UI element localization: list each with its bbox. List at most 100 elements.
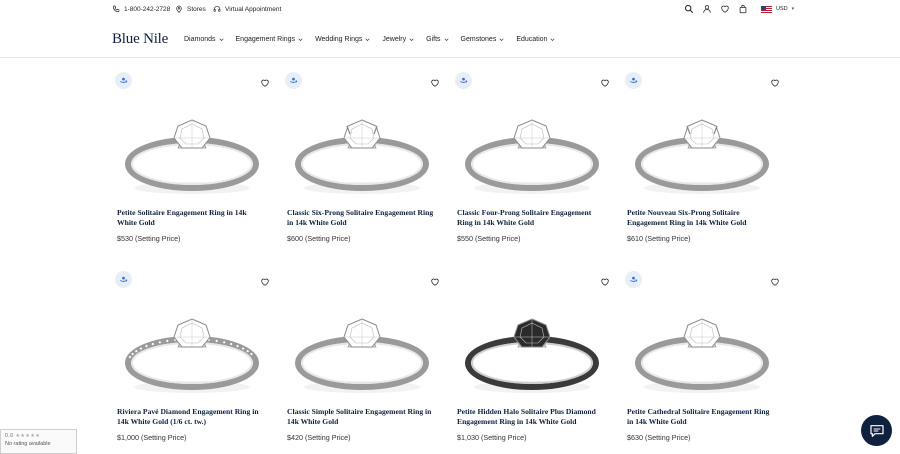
chevron-down-icon [499,38,504,41]
product-price: $600 (Setting Price) [287,234,351,243]
product-price: $1,030 (Setting Price) [457,433,527,442]
nav-item-education[interactable]: Education [516,36,555,43]
product-title[interactable]: Petite Solitaire Engagement Ring in 14k … [117,208,267,228]
shopping-bag-icon [739,4,747,14]
phone-number: 1-800-242-2728 [124,5,171,13]
chat-icon [869,424,884,437]
chevron-down-icon [365,38,370,41]
product-price: $530 (Setting Price) [117,234,181,243]
360-view-icon [119,276,128,282]
heart-icon [261,278,269,286]
search-button[interactable] [684,4,694,14]
chevron-down-icon [409,38,414,41]
product-title[interactable]: Classic Simple Solitaire Engagement Ring… [287,407,437,427]
user-icon [703,5,711,13]
wishlist-heart-button[interactable] [260,274,270,286]
nav-item-jewelry[interactable]: Jewelry [382,36,414,43]
currency-selector[interactable]: USD ▾ [758,5,795,13]
ring-image[interactable] [292,112,432,198]
wishlist-heart-button[interactable] [770,75,780,87]
currency-label: USD [776,6,788,12]
nav-item-gemstones[interactable]: Gemstones [461,36,505,43]
wishlist-heart-button[interactable] [600,75,610,87]
location-pin-icon [176,5,182,13]
product-card[interactable]: Petite Hidden Halo Solitaire Plus Diamon… [452,269,612,454]
nav-label: Gifts [426,36,441,43]
360-view-icon [459,77,468,83]
wishlist-heart-button[interactable] [430,75,440,87]
heart-icon [261,79,269,87]
product-title[interactable]: Petite Nouveau Six-Prong Solitaire Engag… [627,208,777,228]
360-view-badge[interactable] [455,72,472,89]
heart-icon [431,79,439,87]
chat-button[interactable] [861,415,892,446]
ring-image[interactable] [122,112,262,198]
wishlist-heart-button[interactable] [430,274,440,286]
ring-image[interactable] [632,112,772,198]
wishlist-heart-button[interactable] [770,274,780,286]
ring-image[interactable] [462,112,602,198]
nav-label: Wedding Rings [315,36,363,43]
product-card[interactable]: Petite Solitaire Engagement Ring in 14k … [112,70,272,260]
360-view-badge[interactable] [115,72,132,89]
virtual-appointment-link[interactable]: Virtual Appointment [213,5,281,13]
chevron-down-icon [550,38,555,41]
main-navigation: Blue Nile Diamonds Engagement Rings Wedd… [0,26,900,58]
ring-image[interactable] [462,311,602,397]
360-view-badge[interactable] [625,72,642,89]
chevron-down-icon [298,38,303,41]
nav-menu: Diamonds Engagement Rings Wedding Rings … [184,36,555,43]
product-title[interactable]: Riviera Pavé Diamond Engagement Ring in … [117,407,267,427]
wishlist-heart-button[interactable] [600,274,610,286]
360-view-badge[interactable] [285,72,302,89]
nav-item-gifts[interactable]: Gifts [426,36,449,43]
360-view-icon [629,77,638,83]
product-price: $610 (Setting Price) [627,234,691,243]
product-card[interactable]: Petite Nouveau Six-Prong Solitaire Engag… [622,70,782,260]
rating-widget[interactable]: 0.0 ★★★★★ No rating available [0,429,77,454]
360-view-icon [629,276,638,282]
utility-bar: 1-800-242-2728 Stores Virtual Appointmen… [0,0,900,21]
header-actions: USD ▾ [684,4,794,14]
nav-item-wedding-rings[interactable]: Wedding Rings [315,36,370,43]
360-view-badge[interactable] [115,271,132,288]
us-flag-icon [761,5,772,13]
heart-icon [771,278,779,286]
360-view-badge[interactable] [625,271,642,288]
nav-item-engagement-rings[interactable]: Engagement Rings [236,36,304,43]
product-card[interactable]: Riviera Pavé Diamond Engagement Ring in … [112,269,272,454]
caret-down-icon: ▾ [791,6,795,12]
phone-link[interactable]: 1-800-242-2728 [112,5,170,13]
product-price: $550 (Setting Price) [457,234,521,243]
product-title[interactable]: Classic Four-Prong Solitaire Engagement … [457,208,607,228]
stores-label: Stores [187,5,206,13]
product-card[interactable]: Classic Simple Solitaire Engagement Ring… [282,269,442,454]
chevron-down-icon [444,38,449,41]
rating-text: No rating available [5,441,51,447]
product-card[interactable]: Classic Six-Prong Solitaire Engagement R… [282,70,442,260]
nav-label: Gemstones [460,36,497,43]
wishlist-button[interactable] [720,4,730,14]
rating-stars: 0.0 ★★★★★ [5,433,41,439]
product-price: $630 (Setting Price) [627,433,691,442]
nav-item-diamonds[interactable]: Diamonds [184,36,224,43]
product-title[interactable]: Petite Hidden Halo Solitaire Plus Diamon… [457,407,607,427]
heart-icon [431,278,439,286]
stores-link[interactable]: Stores [175,5,206,13]
headset-icon [213,6,221,12]
brand-logo[interactable]: Blue Nile [112,31,168,48]
product-title[interactable]: Classic Six-Prong Solitaire Engagement R… [287,208,437,228]
account-button[interactable] [702,4,712,14]
product-price: $1,000 (Setting Price) [117,433,187,442]
product-card[interactable]: Classic Four-Prong Solitaire Engagement … [452,70,612,260]
product-price: $420 (Setting Price) [287,433,351,442]
ring-image[interactable] [292,311,432,397]
wishlist-heart-button[interactable] [260,75,270,87]
ring-image[interactable] [122,311,262,397]
360-view-icon [289,77,298,83]
product-title[interactable]: Petite Cathedral Solitaire Engagement Ri… [627,407,777,427]
product-card[interactable]: Petite Cathedral Solitaire Engagement Ri… [622,269,782,454]
nav-label: Jewelry [382,36,407,43]
cart-button[interactable] [738,4,748,14]
ring-image[interactable] [632,311,772,397]
